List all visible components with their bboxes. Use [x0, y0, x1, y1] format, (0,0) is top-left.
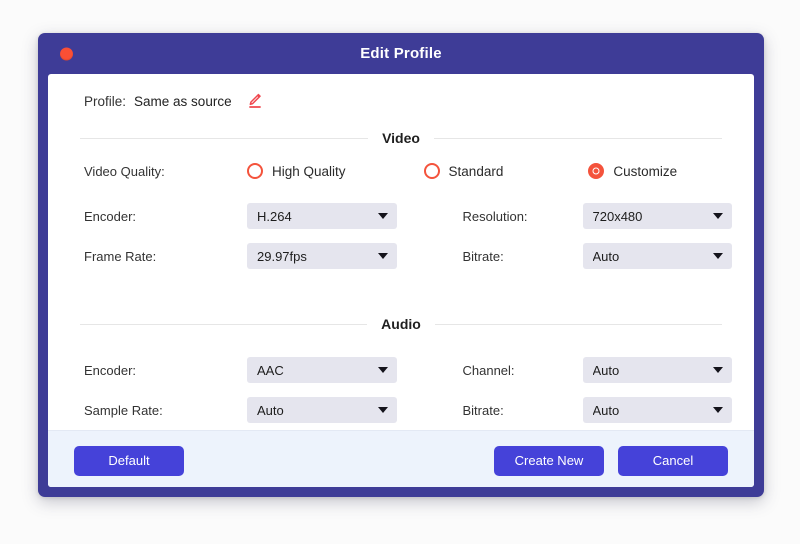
video-encoder-label: Encoder: — [84, 208, 137, 224]
video-resolution-dropdown[interactable]: 720x480 — [582, 203, 732, 229]
chevron-down-icon — [713, 367, 723, 373]
chevron-down-icon — [377, 213, 388, 219]
close-circle-icon[interactable] — [60, 47, 73, 60]
video-section-header: Video — [70, 130, 732, 146]
radio-circle-icon — [247, 163, 263, 179]
divider-right — [433, 137, 722, 139]
audio-channel-label: Channel: — [462, 362, 515, 378]
audio-bitrate-label: Bitrate: — [462, 402, 504, 418]
title-bar: Edit Profile — [48, 33, 754, 74]
video-encoder-value: H.264 — [257, 208, 292, 224]
edit-profile-dialog: Edit Profile Profile: Same as source Vid… — [38, 33, 764, 497]
chevron-down-icon — [713, 213, 723, 219]
audio-encoder-dropdown[interactable]: AAC — [247, 357, 397, 383]
audio-channel-dropdown[interactable]: Auto — [582, 357, 732, 383]
dialog-body: Profile: Same as source Video Video Qual… — [48, 74, 754, 487]
video-encoder-row: Encoder: H.264 Resolution: 720x480 — [70, 196, 732, 236]
pencil-edit-icon[interactable] — [246, 92, 264, 110]
profile-value: Same as source — [134, 93, 232, 109]
audio-encoder-row: Encoder: AAC Channel: Auto — [70, 350, 732, 390]
video-quality-label: Video Quality: — [84, 163, 165, 179]
video-frame-rate-value: 29.97fps — [257, 248, 307, 264]
divider-left — [80, 323, 368, 325]
radio-selected-icon — [588, 163, 605, 179]
video-frame-rate-dropdown[interactable]: 29.97fps — [247, 243, 397, 269]
video-frame-rate-label: Frame Rate: — [84, 248, 157, 264]
video-bitrate-value: Auto — [592, 248, 620, 264]
divider-right — [434, 323, 722, 325]
radio-customize-label: Customize — [613, 163, 678, 179]
cancel-button[interactable]: Cancel — [618, 445, 728, 476]
dialog-footer: Default Create New Cancel — [48, 430, 754, 487]
create-new-button[interactable]: Create New — [494, 445, 604, 476]
profile-row: Profile: Same as source — [70, 74, 732, 128]
video-encoder-dropdown[interactable]: H.264 — [247, 203, 397, 229]
video-quality-row: Video Quality: High Quality Standard Cus… — [70, 146, 732, 196]
video-resolution-value: 720x480 — [592, 208, 643, 224]
video-framerate-row: Frame Rate: 29.97fps Bitrate: Auto — [70, 236, 732, 276]
video-bitrate-label: Bitrate: — [462, 248, 504, 264]
audio-encoder-value: AAC — [257, 362, 284, 378]
radio-standard-label: Standard — [448, 163, 504, 179]
default-button[interactable]: Default — [74, 445, 184, 476]
audio-bitrate-value: Auto — [592, 402, 620, 418]
audio-bitrate-dropdown[interactable]: Auto — [582, 397, 732, 423]
video-bitrate-dropdown[interactable]: Auto — [582, 243, 732, 269]
radio-high-quality-label: High Quality — [272, 163, 346, 179]
chevron-down-icon — [713, 253, 723, 259]
radio-circle-icon — [423, 163, 440, 179]
profile-label: Profile: — [84, 93, 127, 109]
chevron-down-icon — [377, 407, 388, 413]
audio-sample-rate-dropdown[interactable]: Auto — [247, 397, 397, 423]
chevron-down-icon — [377, 253, 388, 259]
chevron-down-icon — [713, 407, 723, 413]
audio-sample-rate-label: Sample Rate: — [84, 402, 163, 418]
window-title: Edit Profile — [360, 45, 442, 62]
audio-section-header: Audio — [70, 316, 732, 332]
content-area: Profile: Same as source Video Video Qual… — [48, 74, 754, 430]
chevron-down-icon — [377, 367, 388, 373]
video-section-title: Video — [382, 130, 420, 146]
radio-customize[interactable]: Customize — [588, 163, 677, 179]
audio-sample-rate-value: Auto — [257, 402, 284, 418]
divider-left — [80, 137, 369, 139]
radio-high-quality[interactable]: High Quality — [247, 163, 346, 179]
audio-encoder-label: Encoder: — [84, 362, 137, 378]
audio-section-title: Audio — [381, 316, 421, 332]
audio-channel-value: Auto — [592, 362, 620, 378]
radio-standard[interactable]: Standard — [423, 163, 504, 179]
audio-samplerate-row: Sample Rate: Auto Bitrate: Auto — [70, 390, 732, 430]
video-resolution-label: Resolution: — [462, 208, 528, 224]
